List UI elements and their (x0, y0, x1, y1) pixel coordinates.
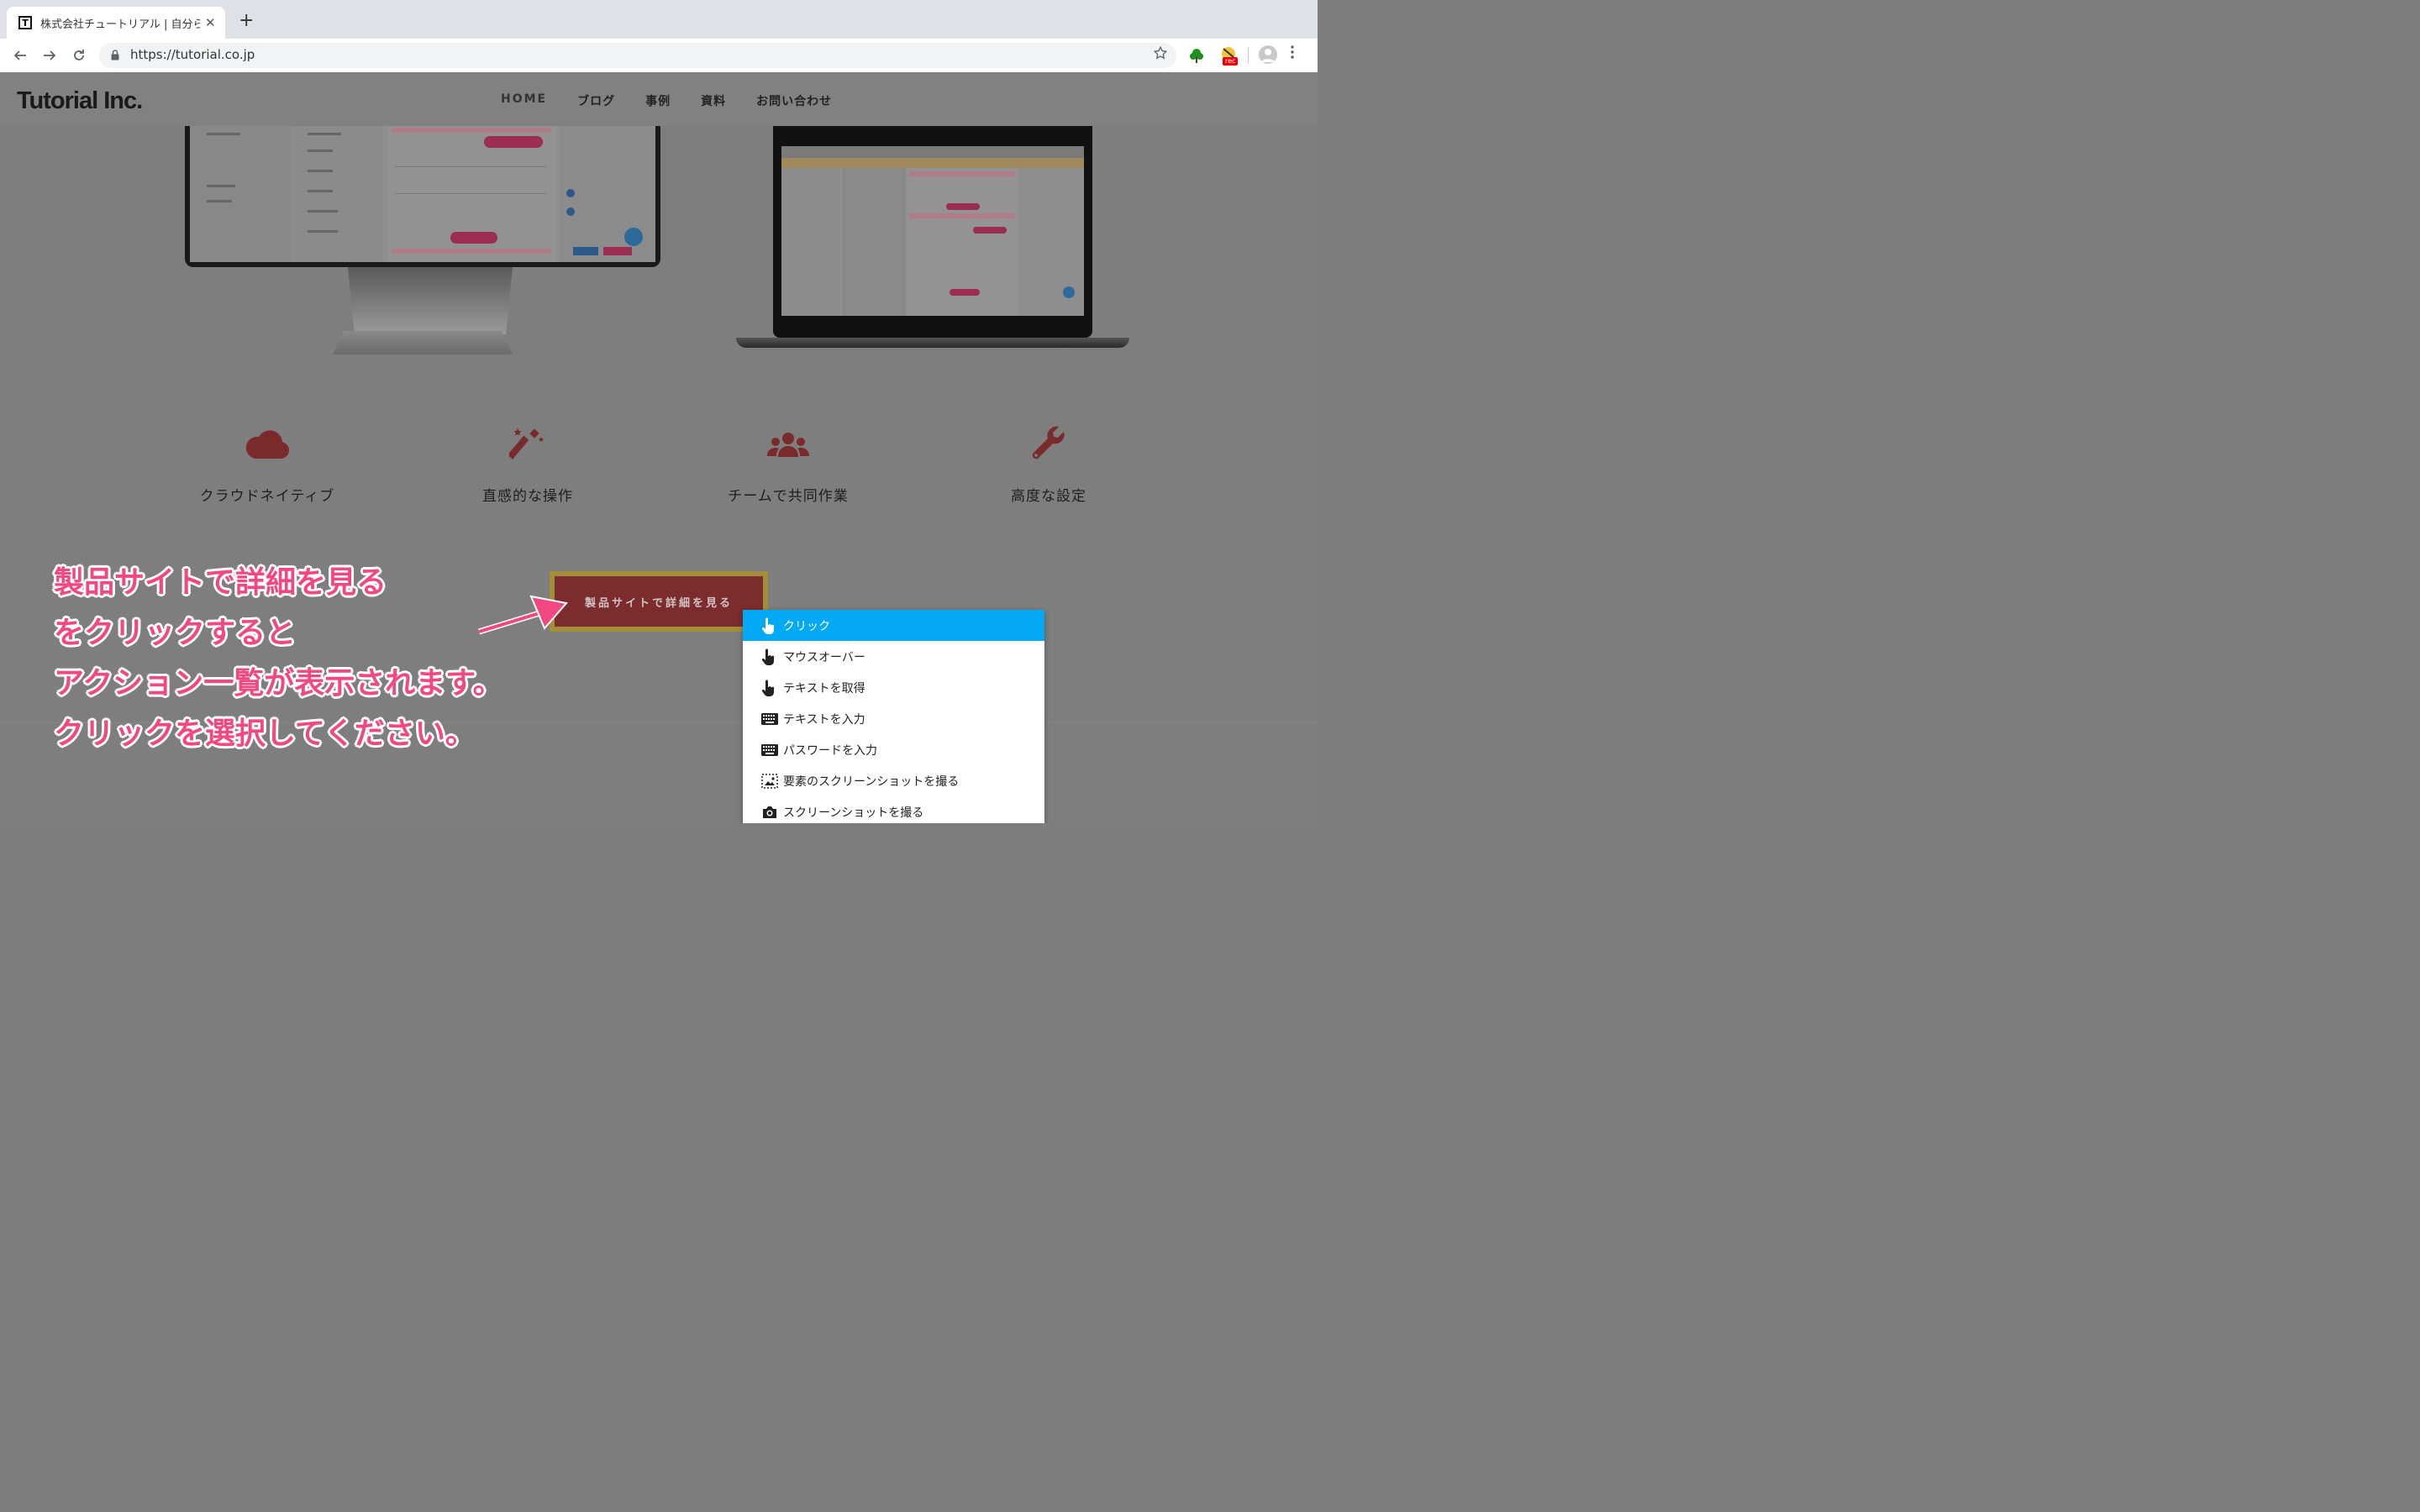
web-page: Tutorial Inc. HOME ブログ 事例 資料 お問い合わせ クラウド… (0, 72, 1318, 823)
users-icon (767, 433, 809, 457)
feature-label: チームで共同作業 (728, 488, 849, 505)
menu-item-label: クリック (783, 619, 830, 633)
pointer-hand-icon (761, 648, 775, 665)
nav-blog[interactable]: ブログ (577, 92, 615, 109)
features-section: クラウドネイティブ 直感的な操作 チームで共同作業 高度な設定 (0, 425, 1318, 509)
action-menu: クリック マウスオーバー テキストを取得 テキストを入力 パスワードを入力 要素… (743, 610, 1044, 823)
browser-toolbar: https://tutorial.co.jp (0, 39, 1318, 73)
site-favicon-icon: T (18, 16, 32, 29)
menu-item-label: テキストを入力 (783, 712, 865, 727)
camera-icon (763, 806, 776, 818)
rec-badge: rec (1223, 57, 1239, 66)
tree-extension-icon[interactable] (1188, 47, 1205, 64)
lock-icon (111, 50, 119, 60)
feature-cloud-native: クラウドネイティブ (158, 425, 376, 505)
site-nav: HOME ブログ 事例 資料 お問い合わせ (501, 92, 862, 109)
menu-item-element-screenshot[interactable]: 要素のスクリーンショットを撮る (743, 765, 1044, 796)
wrench-icon (1032, 426, 1065, 459)
annotation-line: クリックを選択してください。 (54, 717, 476, 751)
reload-button[interactable] (69, 45, 89, 66)
monitor-base (333, 331, 513, 354)
menu-item-label: スクリーンショットを撮る (783, 806, 924, 820)
bookmark-star-icon[interactable] (1153, 45, 1168, 60)
monitor-stand (348, 267, 513, 334)
menu-item-input-password[interactable]: パスワードを入力 (743, 734, 1044, 765)
annotation-line: をクリックすると (54, 616, 297, 650)
laptop-image (773, 126, 1092, 338)
feature-label: 直感的な操作 (482, 488, 573, 505)
feature-label: 高度な設定 (1011, 488, 1086, 505)
feature-team-collaboration: チームで共同作業 (679, 425, 897, 505)
nav-cases[interactable]: 事例 (645, 92, 671, 109)
product-site-details-button[interactable]: 製品サイトで詳細を見る (555, 576, 763, 627)
close-tab-icon[interactable]: ✕ (205, 15, 216, 30)
menu-item-input-text[interactable]: テキストを入力 (743, 703, 1044, 734)
url-text[interactable]: https://tutorial.co.jp (130, 47, 255, 62)
arrow-left-icon (13, 50, 26, 60)
menu-item-screenshot[interactable]: スクリーンショットを撮る (743, 796, 1044, 823)
menu-item-mouseover[interactable]: マウスオーバー (743, 641, 1044, 672)
menu-item-label: テキストを取得 (783, 681, 865, 696)
feature-intuitive: 直感的な操作 (418, 425, 637, 505)
element-screenshot-icon (761, 773, 778, 789)
nav-documents[interactable]: 資料 (701, 92, 726, 109)
address-bar[interactable]: https://tutorial.co.jp (99, 43, 1176, 68)
toolbar-divider (1248, 47, 1249, 64)
tab-title: 株式会社チュートリアル | 自分らしく (40, 18, 200, 31)
new-tab-button[interactable]: + (239, 12, 254, 30)
pointer-hand-icon (761, 680, 775, 696)
feature-label: クラウドネイティブ (199, 488, 335, 505)
kebab-menu-icon (1291, 45, 1294, 59)
magic-wand-icon (509, 428, 544, 459)
feature-advanced-settings: 高度な設定 (939, 425, 1158, 505)
arrow-right-icon (44, 50, 56, 60)
site-logo[interactable]: Tutorial Inc. (17, 87, 143, 115)
keyboard-icon (761, 743, 778, 756)
menu-item-label: 要素のスクリーンショットを撮る (783, 774, 960, 789)
laptop-base (736, 338, 1129, 348)
nav-contact[interactable]: お問い合わせ (756, 92, 832, 109)
tab-strip: T 株式会社チュートリアル | 自分らしく ✕ + (0, 0, 1318, 39)
profile-avatar-icon[interactable] (1259, 45, 1277, 64)
desktop-monitor-image (185, 126, 660, 267)
back-button[interactable] (10, 45, 30, 66)
annotation-arrow-icon (477, 595, 568, 635)
cloud-icon (245, 430, 290, 459)
forward-button[interactable] (39, 45, 60, 66)
menu-item-click[interactable]: クリック (743, 610, 1044, 641)
annotation-line: アクション一覧が表示されます。 (54, 666, 503, 701)
nav-home[interactable]: HOME (501, 92, 547, 109)
laptop-screen-image (781, 146, 1084, 316)
browser-tab[interactable]: T 株式会社チュートリアル | 自分らしく ✕ (7, 7, 225, 39)
pointer-hand-icon (761, 617, 775, 634)
annotation-line: 製品サイトで詳細を見る (54, 565, 387, 600)
menu-item-label: パスワードを入力 (783, 743, 877, 758)
keyboard-icon (761, 712, 778, 725)
tutorial-annotation: 製品サイトで詳細を見る をクリックすると アクション一覧が表示されます。 クリッ… (54, 558, 503, 759)
reload-icon (74, 50, 84, 60)
menu-item-label: マウスオーバー (783, 650, 865, 664)
browser-menu-button[interactable] (1291, 45, 1294, 63)
monitor-screen-image (190, 126, 655, 262)
site-header: Tutorial Inc. HOME ブログ 事例 資料 お問い合わせ (0, 72, 1318, 126)
menu-item-get-text[interactable]: テキストを取得 (743, 672, 1044, 703)
cta-highlight-frame: 製品サイトで詳細を見る (550, 571, 768, 632)
